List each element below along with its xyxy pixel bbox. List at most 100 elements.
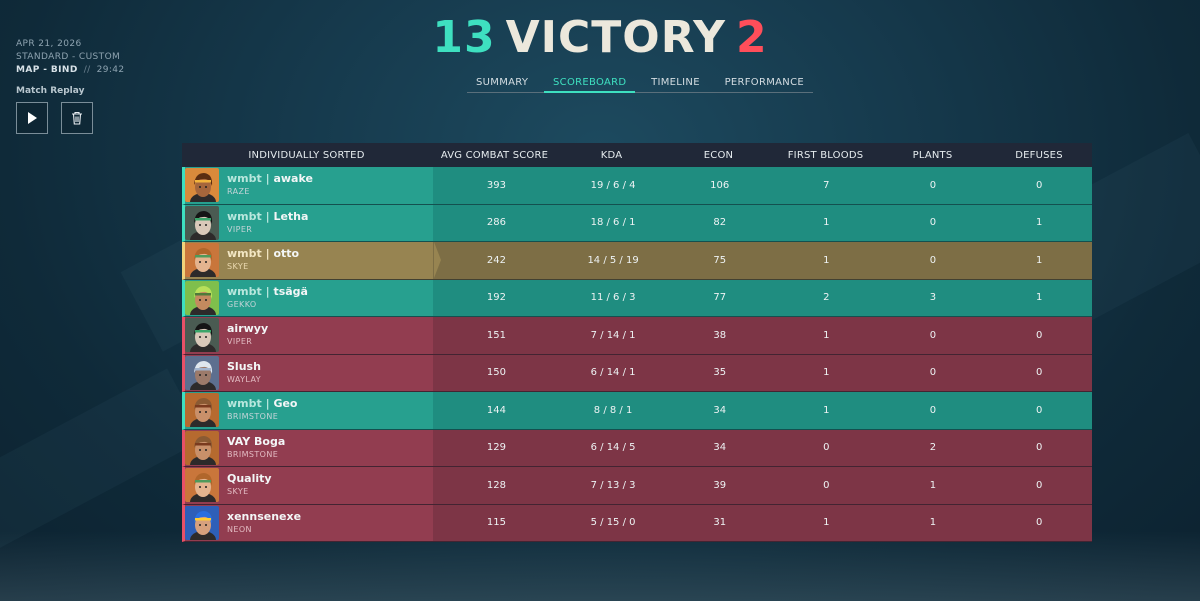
player-row[interactable]: VAY Boga BRIMSTONE 129 6 / 14 / 5 34 0 2 0 <box>182 429 1092 467</box>
agent-avatar <box>185 505 219 540</box>
player-handle: Letha <box>273 209 309 223</box>
player-row[interactable]: wmbt | Letha VIPER 286 18 / 6 / 1 82 1 0 1 <box>182 204 1092 242</box>
header-econ[interactable]: ECON <box>665 150 772 161</box>
player-cell: Quality SKYE <box>185 467 434 504</box>
econ-value: 77 <box>713 292 727 304</box>
player-cell: Slush WAYLAY <box>185 354 434 391</box>
player-name: wmbt | awake <box>227 172 313 185</box>
defuses-value: 1 <box>1035 292 1043 304</box>
player-info: Slush WAYLAY <box>227 360 261 386</box>
trash-icon <box>72 111 82 125</box>
meta-separator: // <box>83 65 91 75</box>
agent-name: WAYLAY <box>227 374 261 384</box>
player-name: xennsenexe <box>227 510 301 523</box>
tab-performance[interactable]: PERFORMANCE <box>716 73 813 93</box>
player-info: xennsenexe NEON <box>227 510 301 536</box>
player-name: Slush <box>227 360 261 373</box>
player-info: wmbt | awake RAZE <box>227 172 313 198</box>
player-name: VAY Boga <box>227 435 285 448</box>
tab-timeline[interactable]: TIMELINE <box>642 73 709 93</box>
player-info: wmbt | tsägä GEKKO <box>227 285 308 311</box>
first-bloods-value: 0 <box>823 442 830 454</box>
player-cell: wmbt | Geo BRIMSTONE <box>185 392 434 429</box>
player-row[interactable]: wmbt | tsägä GEKKO 192 11 / 6 / 3 77 2 3 1 <box>182 279 1092 317</box>
econ-value: 82 <box>713 217 727 229</box>
player-handle: Slush <box>227 359 261 373</box>
header-first-bloods[interactable]: FIRST BLOODS <box>772 150 879 161</box>
acs-value: 150 <box>486 367 506 379</box>
player-team-tag: wmbt | <box>227 172 274 186</box>
first-bloods-value: 1 <box>823 404 830 416</box>
tab-scoreboard[interactable]: SCOREBOARD <box>544 73 636 93</box>
enemy-score: 2 <box>736 12 768 63</box>
first-bloods-value: 7 <box>823 179 830 191</box>
header-acs[interactable]: AVG COMBAT SCORE <box>431 150 558 161</box>
player-handle: xennsenexe <box>227 509 302 523</box>
acs-value: 128 <box>486 479 506 491</box>
player-row[interactable]: wmbt | otto SKYE 242 14 / 5 / 19 75 1 0 1 <box>182 242 1092 280</box>
player-handle: Quality <box>227 472 272 486</box>
defuses-value: 0 <box>1035 479 1043 491</box>
plants-value: 0 <box>929 179 937 191</box>
agent-name: BRIMSTONE <box>227 412 279 422</box>
plants-value: 0 <box>929 254 937 266</box>
econ-value: 75 <box>713 254 727 266</box>
kda-value: 7 / 14 / 1 <box>590 329 636 341</box>
agent-avatar <box>185 205 219 240</box>
delete-replay-button[interactable] <box>61 102 93 134</box>
player-row[interactable]: wmbt | awake RAZE 393 19 / 6 / 4 106 7 0 0 <box>182 167 1092 205</box>
acs-value: 129 <box>486 442 506 454</box>
player-team-tag: wmbt | <box>227 397 274 411</box>
acs-value: 192 <box>486 292 506 304</box>
player-name: wmbt | Letha <box>227 210 308 223</box>
header-sort[interactable]: INDIVIDUALLY SORTED <box>182 150 431 161</box>
player-cell: wmbt | Letha VIPER <box>185 204 434 241</box>
match-result: VICTORY <box>505 12 727 63</box>
header-kda[interactable]: KDA <box>558 150 665 161</box>
agent-avatar <box>185 355 219 390</box>
player-row[interactable]: Quality SKYE 128 7 / 13 / 3 39 0 1 0 <box>182 467 1092 505</box>
header-defuses[interactable]: DEFUSES <box>986 150 1092 161</box>
first-bloods-value: 1 <box>823 367 830 379</box>
player-row[interactable]: airwyy VIPER 151 7 / 14 / 1 38 1 0 0 <box>182 317 1092 355</box>
player-row[interactable]: xennsenexe NEON 115 5 / 15 / 0 31 1 1 0 <box>182 504 1092 542</box>
first-bloods-value: 1 <box>823 254 830 266</box>
agent-name: RAZE <box>227 187 250 197</box>
agent-name: VIPER <box>227 224 253 234</box>
plants-value: 0 <box>929 404 937 416</box>
results-tabs: SUMMARY SCOREBOARD TIMELINE PERFORMANCE <box>467 73 813 93</box>
plants-value: 1 <box>929 517 937 529</box>
play-replay-button[interactable] <box>16 102 48 134</box>
econ-value: 39 <box>713 479 727 491</box>
agent-name: NEON <box>227 524 252 534</box>
acs-value: 151 <box>486 329 506 341</box>
player-info: wmbt | Geo BRIMSTONE <box>227 397 297 423</box>
tab-summary[interactable]: SUMMARY <box>467 73 537 93</box>
play-icon <box>28 112 37 124</box>
player-row[interactable]: wmbt | Geo BRIMSTONE 144 8 / 8 / 1 34 1 0 0 <box>182 392 1092 430</box>
player-info: wmbt | Letha VIPER <box>227 210 308 236</box>
player-info: wmbt | otto SKYE <box>227 247 299 273</box>
player-row[interactable]: Slush WAYLAY 150 6 / 14 / 1 35 1 0 0 <box>182 354 1092 392</box>
kda-value: 14 / 5 / 19 <box>587 254 639 266</box>
defuses-value: 0 <box>1035 442 1043 454</box>
player-info: Quality SKYE <box>227 472 272 498</box>
player-cell: airwyy VIPER <box>185 317 434 354</box>
defuses-value: 1 <box>1035 254 1043 266</box>
header-plants[interactable]: PLANTS <box>879 150 986 161</box>
agent-name: GEKKO <box>227 299 257 309</box>
player-name: wmbt | otto <box>227 247 299 260</box>
plants-value: 0 <box>929 367 937 379</box>
first-bloods-value: 1 <box>823 217 830 229</box>
scoreboard-table: INDIVIDUALLY SORTED AVG COMBAT SCORE KDA… <box>182 143 1092 542</box>
player-team-tag: wmbt | <box>227 247 274 261</box>
player-team-tag: wmbt | <box>227 284 274 298</box>
agent-avatar <box>185 280 219 315</box>
player-handle: Geo <box>273 397 298 411</box>
player-handle: otto <box>273 247 300 261</box>
agent-avatar <box>185 243 219 278</box>
econ-value: 38 <box>713 329 727 341</box>
kda-value: 19 / 6 / 4 <box>590 179 636 191</box>
defuses-value: 0 <box>1035 329 1043 341</box>
kda-value: 6 / 14 / 5 <box>590 442 636 454</box>
